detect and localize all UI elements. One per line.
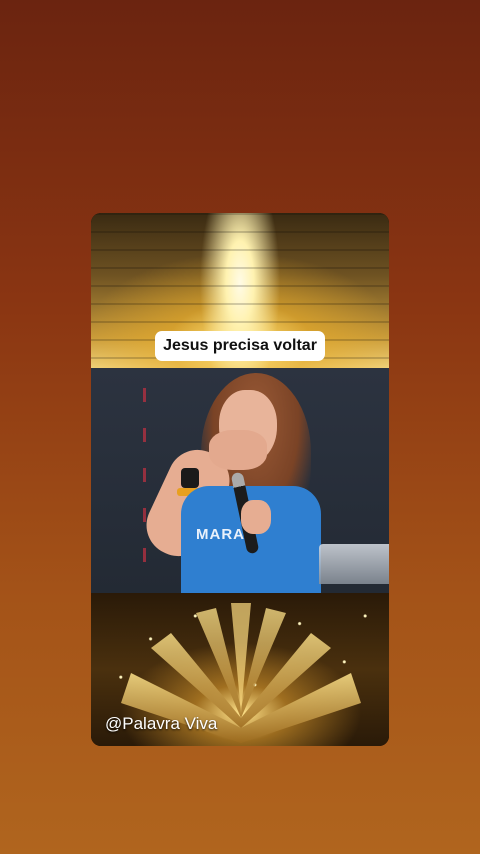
caption-label: Jesus precisa voltar: [155, 331, 325, 361]
video-card[interactable]: Jesus precisa voltar MARAN @Palavra Viva: [91, 213, 389, 746]
watch-icon: [181, 468, 199, 488]
speaker-hand: [209, 430, 267, 470]
watermark-handle: @Palavra Viva: [105, 714, 218, 733]
speaker-hand-mic: [241, 500, 271, 534]
stage-light-strip: [143, 388, 146, 568]
stage-equipment: [319, 544, 389, 584]
golden-book-image: @Palavra Viva: [91, 593, 389, 746]
speaker-video-frame[interactable]: MARAN: [91, 368, 389, 593]
divine-light-image: Jesus precisa voltar: [91, 213, 389, 368]
